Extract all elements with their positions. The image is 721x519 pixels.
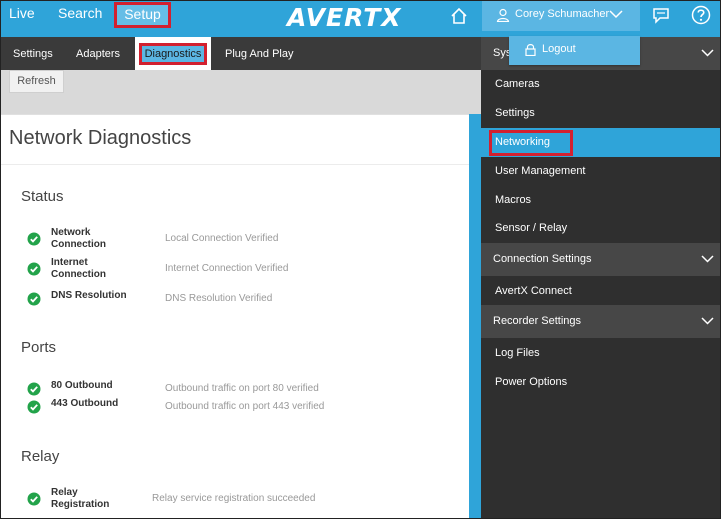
highlight-box — [489, 130, 573, 156]
row-value: DNS Resolution Verified — [165, 293, 273, 304]
status-row: Internet Connection Internet Connection … — [27, 257, 467, 283]
tab-diagnostics[interactable]: Diagnostics — [135, 37, 211, 70]
row-value: Local Connection Verified — [165, 233, 279, 244]
sidebar-item-cameras[interactable]: Cameras — [481, 70, 720, 99]
section-title-ports: Ports — [21, 339, 57, 356]
sub-navigation-bar: Settings Adapters Diagnostics Plug And P… — [1, 37, 481, 70]
check-icon — [27, 492, 41, 506]
sidebar-header-label: Recorder Settings — [493, 315, 582, 327]
status-row: Network Connection Local Connection Veri… — [27, 227, 467, 253]
nav-live[interactable]: Live — [9, 1, 35, 27]
row-value: Outbound traffic on port 80 verified — [165, 383, 319, 394]
logout-label: Logout — [542, 43, 576, 55]
nav-setup[interactable]: Setup — [114, 2, 171, 28]
settings-sidebar: Sys Cameras Settings Networking User Man… — [481, 37, 720, 518]
nav-search[interactable]: Search — [58, 1, 102, 27]
avertx-logo: AVERTX — [287, 3, 402, 32]
sidebar-item-power-options[interactable]: Power Options — [481, 368, 720, 397]
divider — [1, 164, 469, 165]
logout-menu-item[interactable]: Logout — [509, 36, 640, 65]
check-icon — [27, 400, 41, 414]
user-menu[interactable]: Corey Schumacher — [482, 1, 640, 31]
section-title-relay: Relay — [21, 448, 60, 465]
sidebar-item-user-management[interactable]: User Management — [481, 157, 720, 186]
sidebar-item-networking[interactable]: Networking — [481, 128, 720, 157]
tab-settings[interactable]: Settings — [13, 37, 53, 70]
row-value: Relay service registration succeeded — [152, 493, 316, 504]
tab-adapters[interactable]: Adapters — [76, 37, 120, 70]
row-label: 80 Outbound — [51, 380, 113, 391]
sidebar-item-log-files[interactable]: Log Files — [481, 339, 720, 368]
row-label: Relay Registration — [51, 487, 110, 510]
top-navigation-bar: Live Search Setup AVERTX Corey Schumache… — [1, 1, 720, 37]
lock-icon — [525, 44, 536, 56]
check-icon — [27, 262, 41, 276]
home-icon[interactable] — [450, 7, 468, 25]
sidebar-item-avertx-connect[interactable]: AvertX Connect — [481, 277, 720, 306]
user-name: Corey Schumacher — [515, 8, 610, 20]
row-label: 443 Outbound — [51, 398, 119, 409]
row-label: DNS Resolution — [51, 290, 127, 301]
app-window: Live Search Setup AVERTX Corey Schumache… — [0, 0, 721, 519]
user-icon — [496, 8, 510, 22]
page-title: Network Diagnostics — [9, 127, 192, 149]
row-value: Internet Connection Verified — [165, 263, 289, 274]
chevron-down-icon — [609, 10, 623, 19]
relay-row: Relay Registration Relay service registr… — [27, 487, 467, 513]
sidebar-item-settings[interactable]: Settings — [481, 99, 720, 128]
refresh-button[interactable]: Refresh — [9, 70, 64, 93]
toolbar: Refresh — [1, 70, 481, 114]
status-row: DNS Resolution DNS Resolution Verified — [27, 287, 467, 313]
sidebar-item-sensor-relay[interactable]: Sensor / Relay — [481, 214, 720, 243]
diagnostics-panel: Network Diagnostics Status Network Conne… — [1, 114, 469, 518]
row-label: Internet Connection — [51, 257, 106, 280]
chevron-down-icon — [701, 255, 714, 263]
help-icon[interactable] — [691, 5, 711, 25]
chevron-down-icon — [701, 49, 714, 57]
sidebar-header-recorder-settings[interactable]: Recorder Settings — [481, 305, 720, 338]
check-icon — [27, 382, 41, 396]
tab-diagnostics-label: Diagnostics — [139, 43, 207, 65]
section-title-status: Status — [21, 188, 64, 205]
chevron-down-icon — [701, 317, 714, 325]
check-icon — [27, 292, 41, 306]
tab-plug-and-play[interactable]: Plug And Play — [225, 37, 294, 70]
sidebar-header-connection-settings[interactable]: Connection Settings — [481, 243, 720, 276]
row-value: Outbound traffic on port 443 verified — [165, 401, 325, 412]
chat-icon[interactable] — [651, 6, 671, 24]
row-label: Network Connection — [51, 227, 106, 250]
check-icon — [27, 232, 41, 246]
sidebar-item-macros[interactable]: Macros — [481, 186, 720, 215]
sidebar-header-label: Connection Settings — [493, 253, 592, 265]
port-row: 443 Outbound Outbound traffic on port 44… — [27, 395, 467, 421]
content-scroll-track[interactable] — [469, 114, 481, 518]
